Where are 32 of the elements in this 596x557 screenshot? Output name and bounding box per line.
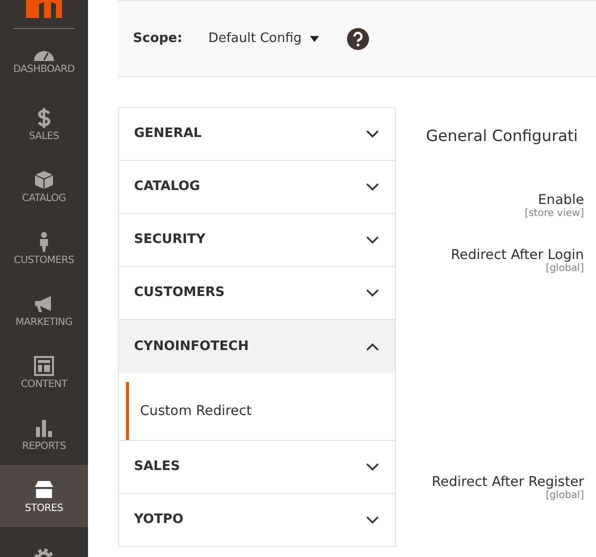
scope-note: [global] bbox=[546, 490, 584, 502]
scope-dropdown[interactable]: Default Config bbox=[208, 28, 319, 48]
chevron-icon bbox=[366, 183, 379, 191]
chevron-icon bbox=[366, 130, 379, 138]
box-icon bbox=[33, 168, 55, 190]
chevron-icon bbox=[366, 289, 379, 297]
section-title: General Configurati bbox=[426, 126, 579, 147]
caret-icon bbox=[310, 36, 319, 42]
scope-label: Scope: bbox=[133, 30, 182, 48]
storefront-icon bbox=[33, 478, 55, 500]
field-label: Redirect After Register bbox=[430, 474, 584, 490]
gauge-icon bbox=[33, 50, 55, 62]
sidebar-item[interactable]: DASHBOARD bbox=[0, 31, 88, 93]
sidebar-item[interactable]: CUSTOMERS bbox=[0, 217, 88, 279]
sidebar-item[interactable]: SALES bbox=[0, 93, 88, 155]
logo-icon[interactable] bbox=[26, 0, 62, 18]
help-icon[interactable] bbox=[346, 28, 369, 50]
sidebar-item[interactable]: MARKETING bbox=[0, 279, 88, 341]
chevron-icon bbox=[366, 463, 379, 471]
field-label: Redirect After Login bbox=[450, 247, 584, 264]
chevron-icon bbox=[366, 236, 379, 244]
chevron-icon bbox=[366, 342, 379, 350]
sidebar-item[interactable]: REPORTS bbox=[0, 403, 88, 465]
sidebar-item[interactable]: CATALOG bbox=[0, 155, 88, 217]
layout-icon bbox=[33, 354, 55, 376]
sidebar-item[interactable]: STORES bbox=[0, 465, 88, 527]
field-label: Enable bbox=[538, 192, 584, 208]
section-tab[interactable]: CYNOINFOTECH bbox=[119, 320, 395, 373]
sidebar-item[interactable]: CONTENT bbox=[0, 341, 88, 403]
scope-note: [global] bbox=[544, 263, 584, 274]
scope-note: [store view] bbox=[524, 208, 584, 220]
chevron-icon bbox=[366, 516, 379, 524]
